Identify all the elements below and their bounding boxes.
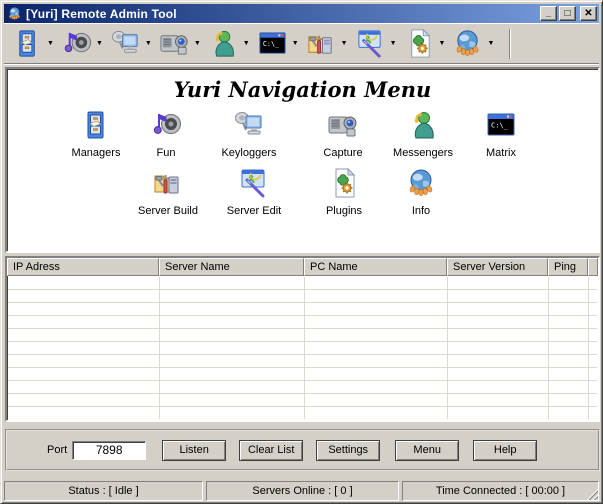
toolbar-item-fun[interactable]: ▼ (61, 28, 103, 59)
music-speaker-icon (150, 109, 182, 141)
chevron-down-icon[interactable]: ▼ (145, 40, 152, 47)
server-list: IP Adress Server Name PC Name Server Ver… (5, 256, 600, 422)
window-title: [Yuri] Remote Admin Tool (26, 7, 538, 21)
document-gears-icon (328, 167, 360, 199)
clear-list-button[interactable]: Clear List (239, 440, 303, 461)
nav-item-label: Keyloggers (201, 147, 297, 159)
toolbar-item-matrix[interactable]: ▼ (257, 28, 299, 59)
toolbar-item-server-build[interactable]: ▼ (306, 28, 348, 59)
toolbar-item-messengers[interactable]: ▼ (208, 28, 250, 59)
app-globe-icon (7, 6, 22, 21)
nav-item-matrix[interactable]: Matrix (453, 109, 549, 159)
folder-tools-icon (152, 167, 184, 199)
nav-item-fun[interactable]: Fun (118, 109, 214, 159)
nav-menu-title: Yuri Navigation Menu (7, 77, 598, 102)
toolbar-item-capture[interactable]: ▼ (159, 28, 201, 59)
nav-item-label: Matrix (453, 147, 549, 159)
navigation-panel: Yuri Navigation Menu Managers Fun Keylog… (5, 67, 600, 253)
time-connected-segment: Time Connected : [ 00:00 ] (402, 481, 599, 501)
nav-item-label: Server Build (120, 205, 216, 217)
satellite-monitor-icon[interactable] (110, 28, 141, 59)
toolbar-item-plugins[interactable]: ▼ (404, 28, 446, 59)
servers-online-segment: Servers Online : [ 0 ] (206, 481, 399, 501)
status-segment: Status : [ Idle ] (4, 481, 203, 501)
column-gridline (548, 277, 549, 419)
chevron-down-icon[interactable]: ▼ (243, 40, 250, 47)
document-gears-icon[interactable] (404, 28, 435, 59)
column-header-ping[interactable]: Ping (548, 258, 588, 276)
menu-button[interactable]: Menu (395, 440, 459, 461)
list-body[interactable] (8, 277, 597, 419)
status-bar: Status : [ Idle ] Servers Online : [ 0 ]… (4, 481, 599, 501)
chevron-down-icon[interactable]: ▼ (96, 40, 103, 47)
toolbar-separator (509, 29, 511, 59)
column-header-filler (588, 258, 598, 276)
chevron-down-icon[interactable]: ▼ (194, 40, 201, 47)
magic-wand-screen-icon (238, 167, 270, 199)
console-window-icon[interactable] (257, 28, 288, 59)
settings-button[interactable]: Settings (316, 440, 380, 461)
nav-item-keyloggers[interactable]: Keyloggers (201, 109, 297, 159)
file-cabinet-icon[interactable] (12, 28, 43, 59)
nav-item-label: Info (373, 205, 469, 217)
nav-item-label: Server Edit (206, 205, 302, 217)
globe-hands-icon[interactable] (452, 28, 483, 59)
console-window-icon (485, 109, 517, 141)
folder-tools-icon[interactable] (306, 28, 337, 59)
nav-item-server-build[interactable]: Server Build (120, 167, 216, 217)
chevron-down-icon[interactable]: ▼ (439, 40, 446, 47)
help-button[interactable]: Help (473, 440, 537, 461)
magic-wand-screen-icon[interactable] (355, 28, 386, 59)
control-panel: Port Listen Clear List Settings Menu Hel… (5, 429, 600, 471)
chevron-down-icon[interactable]: ▼ (487, 40, 494, 47)
chevron-down-icon[interactable]: ▼ (292, 40, 299, 47)
column-gridline (159, 277, 160, 419)
chevron-down-icon[interactable]: ▼ (390, 40, 397, 47)
messenger-person-icon (407, 109, 439, 141)
toolbar: ▼ ▼ ▼ ▼ ▼ ▼ ▼ ▼ (4, 23, 599, 64)
toolbar-item-keyloggers[interactable]: ▼ (110, 28, 152, 59)
column-gridline (304, 277, 305, 419)
camcorder-icon[interactable] (159, 28, 190, 59)
app-window: [Yuri] Remote Admin Tool _ □ ✕ ▼ ▼ ▼ ▼ ▼… (0, 0, 603, 504)
file-cabinet-icon (80, 109, 112, 141)
column-header-ip-adress[interactable]: IP Adress (7, 258, 159, 276)
column-gridline (447, 277, 448, 419)
nav-item-label: Fun (118, 147, 214, 159)
toolbar-item-server-edit[interactable]: ▼ (355, 28, 397, 59)
minimize-button[interactable]: _ (540, 6, 557, 21)
maximize-button[interactable]: □ (559, 6, 576, 21)
port-input[interactable] (72, 441, 146, 460)
title-bar[interactable]: [Yuri] Remote Admin Tool _ □ ✕ (4, 4, 599, 23)
listen-button[interactable]: Listen (162, 440, 226, 461)
toolbar-item-managers[interactable]: ▼ (12, 28, 54, 59)
column-header-pc-name[interactable]: PC Name (304, 258, 447, 276)
close-button[interactable]: ✕ (580, 6, 597, 21)
satellite-monitor-icon (233, 109, 265, 141)
camcorder-icon (327, 109, 359, 141)
toolbar-item-info[interactable]: ▼ (452, 28, 494, 59)
globe-hands-icon (405, 167, 437, 199)
chevron-down-icon[interactable]: ▼ (341, 40, 348, 47)
music-speaker-icon[interactable] (61, 28, 92, 59)
list-header: IP Adress Server Name PC Name Server Ver… (7, 258, 598, 276)
chevron-down-icon[interactable]: ▼ (47, 40, 54, 47)
column-gridline (588, 277, 589, 419)
column-header-server-name[interactable]: Server Name (159, 258, 304, 276)
messenger-person-icon[interactable] (208, 28, 239, 59)
nav-item-server-edit[interactable]: Server Edit (206, 167, 302, 217)
column-header-server-version[interactable]: Server Version (447, 258, 548, 276)
nav-item-info[interactable]: Info (373, 167, 469, 217)
port-label: Port (47, 444, 67, 456)
